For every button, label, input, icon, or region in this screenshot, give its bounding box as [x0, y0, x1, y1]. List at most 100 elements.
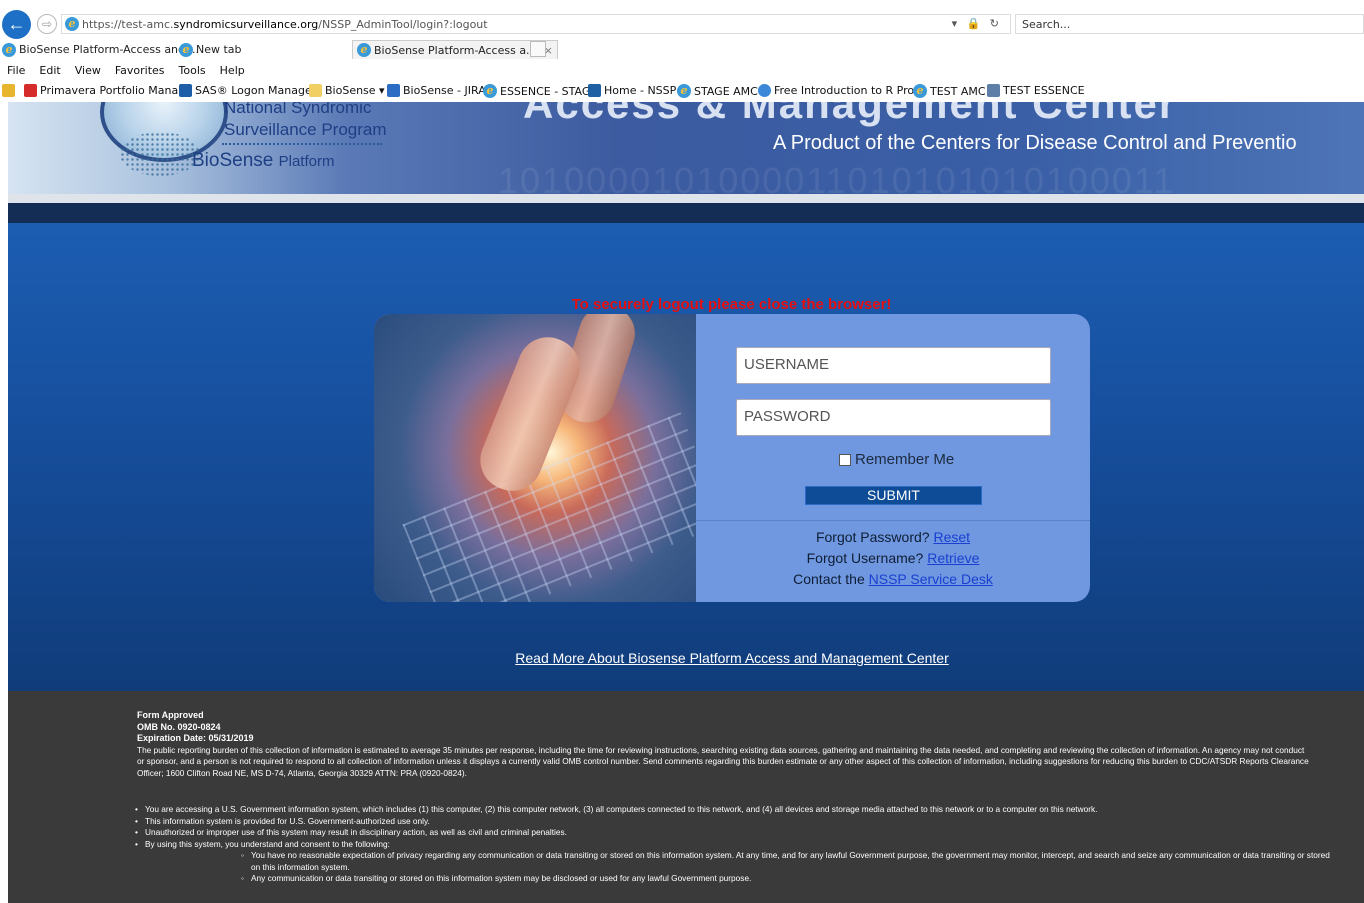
- folder-icon: [309, 84, 322, 97]
- remember-checkbox[interactable]: [839, 453, 851, 466]
- login-card: USERNAME PASSWORD Remember Me SUBMIT For…: [374, 314, 1090, 602]
- keyboard-image: [374, 314, 696, 602]
- fav-label: Home - NSSP: [604, 84, 677, 97]
- page-header-banner: National Syndromic Surveillance Program …: [8, 102, 1364, 194]
- ie-tab-icon: e: [357, 43, 371, 57]
- back-arrow-icon[interactable]: ←: [2, 10, 31, 39]
- url-host: syndromicsurveillance.org: [173, 17, 319, 31]
- fav-primavera[interactable]: Primavera Portfolio Mana...: [24, 84, 189, 97]
- retrieve-link[interactable]: Retrieve: [927, 550, 979, 566]
- fav-stage-amc[interactable]: e STAGE AMC: [677, 84, 758, 98]
- menu-file[interactable]: File: [7, 64, 25, 77]
- favorites-star-icon[interactable]: [2, 84, 15, 97]
- url-path: /NSSP_AdminTool/login?:logout: [318, 17, 488, 31]
- fav-free-intro-r[interactable]: Free Introduction to R Pro...: [758, 84, 924, 97]
- biosense-logo: BioSense Platform: [192, 150, 334, 172]
- product-line: A Product of the Centers for Disease Con…: [773, 132, 1297, 154]
- form-approved: Form Approved: [137, 710, 204, 720]
- url-tools-icons[interactable]: ▾ 🔒 ↻: [952, 17, 1002, 30]
- fav-biosense-jira[interactable]: BioSense - JIRA: [387, 84, 486, 97]
- star-icon: [2, 84, 15, 97]
- fav-label: ESSENCE - STAGE: [500, 84, 598, 98]
- notice-item: By using this system, you understand and…: [135, 839, 1335, 885]
- username-input[interactable]: USERNAME: [736, 347, 1051, 384]
- forgot-username-row: Forgot Username? Retrieve: [696, 550, 1090, 566]
- notice-item: This information system is provided for …: [135, 816, 1335, 828]
- forgot-username-text: Forgot Username?: [806, 550, 924, 566]
- ie-fav-icon: e: [913, 84, 927, 98]
- sharepoint-icon: [588, 84, 601, 97]
- notice-list: You are accessing a U.S. Government info…: [135, 804, 1335, 885]
- consent-item: You have no reasonable expectation of pr…: [241, 850, 1335, 873]
- favorites-bar: Primavera Portfolio Mana... SAS® Logon M…: [0, 81, 1364, 102]
- menu-tools[interactable]: Tools: [179, 64, 206, 77]
- browser-search-input[interactable]: Search...: [1015, 14, 1364, 34]
- sas-icon: [179, 84, 192, 97]
- forgot-password-row: Forgot Password? Reset: [696, 529, 1090, 545]
- fav-test-essence[interactable]: TEST ESSENCE: [987, 84, 1085, 97]
- fav-label: BioSense - JIRA: [403, 84, 486, 97]
- fav-test-amc[interactable]: e TEST AMC: [913, 84, 986, 98]
- fav-label: Primavera Portfolio Mana...: [40, 84, 189, 97]
- program-line-1: National Syndromic: [224, 102, 372, 117]
- login-section: To securely logout please close the brow…: [8, 223, 1364, 691]
- notice-item: Unauthorized or improper use of this sys…: [135, 827, 1335, 839]
- fav-label: Free Introduction to R Pro...: [774, 84, 925, 97]
- footer: Form Approved OMB No. 0920-0824 Expirati…: [8, 691, 1364, 903]
- header-separator-dark: [8, 203, 1364, 223]
- logout-message: To securely logout please close the brow…: [571, 296, 892, 313]
- chart-icon: [987, 84, 1000, 97]
- fav-label: TEST ESSENCE: [1003, 84, 1085, 97]
- address-bar[interactable]: e https://test-amc. syndromicsurveillance…: [61, 14, 1011, 34]
- form-divider: [696, 520, 1090, 521]
- ie-tab-icon: e: [2, 42, 16, 57]
- tab-label: New tab: [196, 43, 242, 56]
- fav-home-nssp[interactable]: Home - NSSP: [588, 84, 676, 97]
- service-desk-link[interactable]: NSSP Service Desk: [869, 571, 993, 587]
- fav-label: TEST AMC: [930, 84, 986, 98]
- tab-new[interactable]: e New tab: [179, 40, 242, 59]
- browser-address-row: ← ⇨ e https://test-amc. syndromicsurveill…: [0, 0, 1364, 40]
- new-tab-button[interactable]: [530, 41, 546, 57]
- tab-bar: e BioSense Platform-Access and ... e New…: [0, 40, 1364, 59]
- expiration-date: Expiration Date: 05/31/2019: [137, 733, 254, 743]
- logo-sub: Platform: [278, 153, 335, 170]
- password-input[interactable]: PASSWORD: [736, 399, 1051, 436]
- dots-decoration: [120, 132, 200, 176]
- menu-help[interactable]: Help: [220, 64, 245, 77]
- consent-sublist: You have no reasonable expectation of pr…: [145, 850, 1335, 885]
- forward-arrow-icon[interactable]: ⇨: [37, 14, 57, 34]
- forgot-password-text: Forgot Password?: [815, 529, 930, 545]
- menu-favorites[interactable]: Favorites: [115, 64, 165, 77]
- notice-text: By using this system, you understand and…: [145, 838, 390, 849]
- tab-label: BioSense Platform-Access and ...: [19, 43, 200, 56]
- menu-view[interactable]: View: [75, 64, 101, 77]
- reset-link[interactable]: Reset: [933, 529, 970, 545]
- tab-biosense-active[interactable]: e BioSense Platform-Access a... ×: [352, 40, 558, 59]
- contact-text: Contact the: [793, 571, 865, 587]
- ie-tab-icon: e: [179, 42, 193, 57]
- fav-sas[interactable]: SAS® Logon Manager: [179, 84, 316, 97]
- menu-edit[interactable]: Edit: [39, 64, 60, 77]
- header-separator-light: [8, 194, 1364, 203]
- consent-item: Any communication or data transiting or …: [241, 873, 1335, 885]
- fav-label: STAGE AMC: [694, 84, 758, 98]
- read-more-link[interactable]: Read More About Biosense Platform Access…: [8, 650, 1364, 666]
- shield-icon: [758, 84, 771, 97]
- fav-essence-stage[interactable]: e ESSENCE - STAGE: [483, 84, 597, 98]
- submit-button[interactable]: SUBMIT: [805, 486, 982, 505]
- tab-biosense-1[interactable]: e BioSense Platform-Access and ...: [2, 40, 199, 59]
- remember-me[interactable]: Remember Me: [839, 451, 954, 468]
- fav-label: SAS® Logon Manager: [195, 84, 317, 97]
- amc-title: Access & Management Center: [523, 102, 1178, 127]
- omb-block: Form Approved OMB No. 0920-0824 Expirati…: [137, 710, 1312, 779]
- burden-text: The public reporting burden of this coll…: [137, 744, 1309, 778]
- banner-dotted-rule: [222, 143, 382, 145]
- fav-label: BioSense ▾: [325, 84, 385, 97]
- binary-watermark: 1010000101000011010101010100011: [498, 160, 1176, 194]
- program-line-2: Surveillance Program: [224, 120, 387, 139]
- ie-page-icon: e: [65, 17, 79, 31]
- fav-biosense-folder[interactable]: BioSense ▾: [309, 84, 385, 97]
- omb-number: OMB No. 0920-0824: [137, 721, 221, 732]
- logo-main: BioSense: [192, 150, 274, 171]
